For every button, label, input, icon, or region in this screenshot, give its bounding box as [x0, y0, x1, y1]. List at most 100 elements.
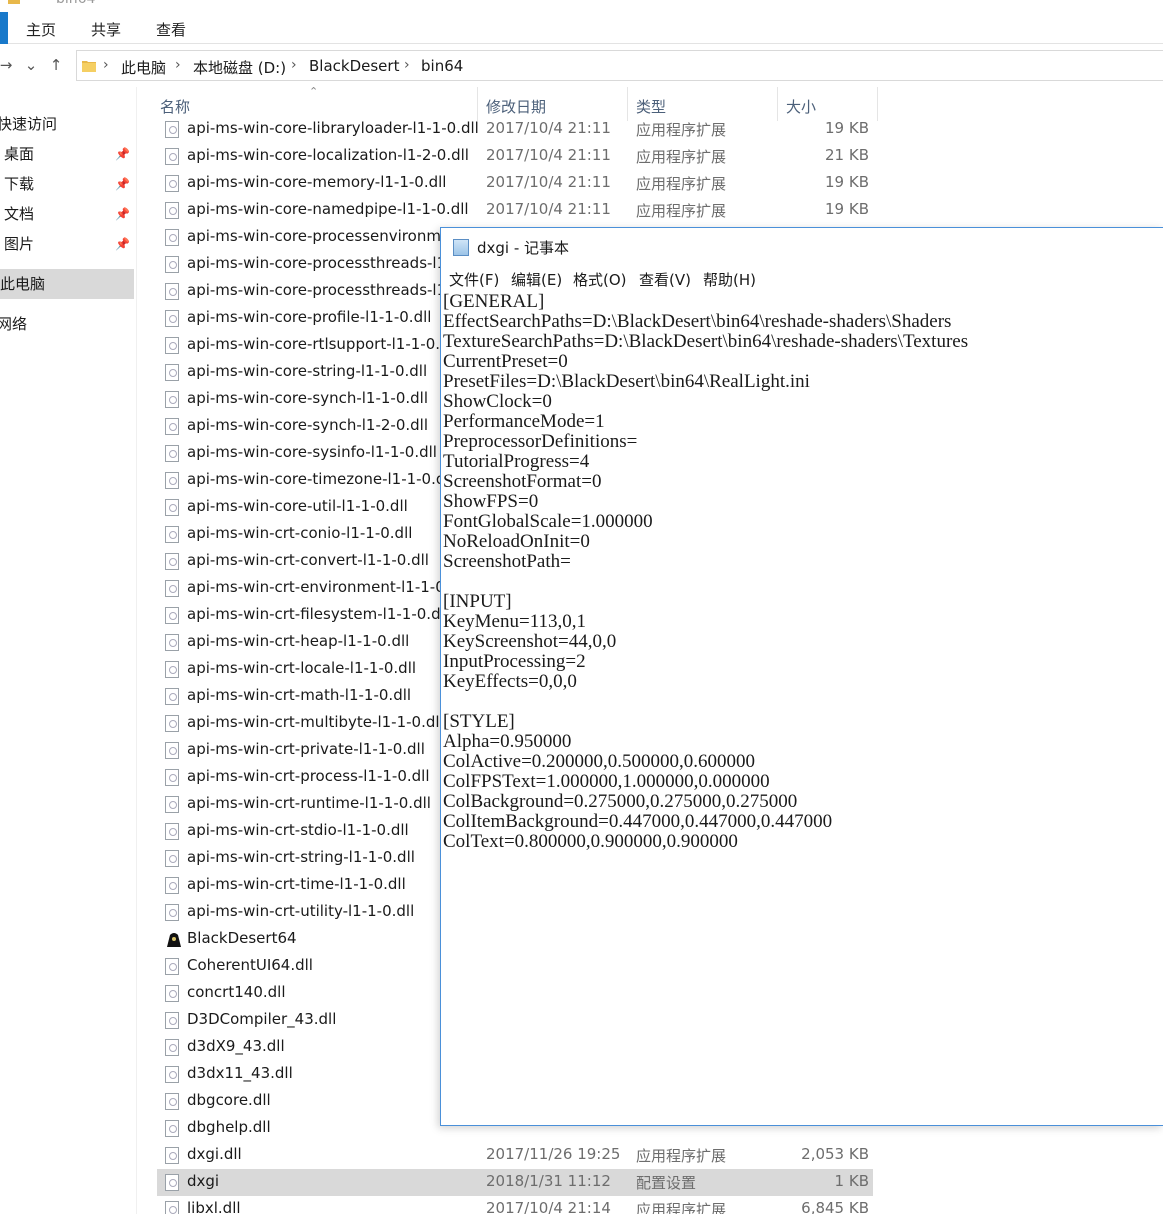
nav-desktop[interactable]: 桌面 📌 — [4, 139, 134, 169]
text-line: ShowFPS=0 — [443, 491, 539, 512]
dll-file-icon — [165, 202, 179, 219]
file-type: 应用程序扩展 — [636, 175, 727, 193]
menu-format[interactable]: 格式(O) — [573, 269, 627, 290]
dll-file-icon — [165, 337, 179, 354]
text-line: TextureSearchPaths=D:\BlackDesert\bin64\… — [443, 331, 969, 352]
dll-file-icon — [165, 958, 179, 975]
text-line: ColActive=0.200000,0.500000,0.600000 — [443, 751, 756, 772]
nav-this-pc[interactable]: 此电脑 — [0, 269, 134, 299]
file-row[interactable]: api-ms-win-core-localization-l1-2-0.dll 2… — [157, 143, 873, 170]
nav-label: 文档 — [4, 205, 35, 223]
forward-arrow-icon[interactable]: → — [0, 55, 16, 75]
pin-icon: 📌 — [115, 177, 130, 191]
file-name: api-ms-win-core-rtlsupport-l1-1-0. — [187, 335, 441, 353]
dll-file-icon — [165, 256, 179, 273]
recent-locations-chevron-icon[interactable]: ⌄ — [21, 55, 41, 75]
file-name: libxl.dll — [187, 1199, 241, 1214]
file-row[interactable]: api-ms-win-core-namedpipe-l1-1-0.dll 2017… — [157, 197, 873, 224]
file-name: dxgi.dll — [187, 1145, 242, 1163]
breadcrumb-bin64[interactable]: bin64 — [421, 57, 463, 75]
text-line: ColItemBackground=0.447000,0.447000,0.44… — [443, 811, 833, 832]
file-row[interactable]: dxgi.dll 2017/11/26 19:25 应用程序扩展 2,053 KB — [157, 1142, 873, 1169]
dll-file-icon — [165, 472, 179, 489]
dll-file-icon — [165, 526, 179, 543]
dll-file-icon — [165, 1147, 179, 1164]
file-name: CoherentUI64.dll — [187, 956, 313, 974]
text-line: KeyEffects=0,0,0 — [443, 671, 577, 692]
address-bar[interactable]: › 此电脑 › 本地磁盘 (D:) › BlackDesert › bin64 — [76, 50, 1163, 81]
dll-file-icon — [165, 121, 179, 138]
menu-file[interactable]: 文件(F) — [449, 269, 499, 290]
file-type: 应用程序扩展 — [636, 202, 727, 220]
up-arrow-icon[interactable]: ↑ — [46, 55, 66, 75]
file-size: 19 KB — [825, 173, 869, 191]
notepad-text-area[interactable]: [GENERAL] EffectSearchPaths=D:\BlackDeser… — [443, 292, 1161, 1124]
text-line: PreprocessorDefinitions= — [443, 431, 638, 452]
game-app-icon — [165, 931, 181, 948]
file-date: 2017/10/4 21:11 — [486, 173, 611, 191]
nav-pictures[interactable]: 图片 📌 — [4, 229, 134, 259]
file-size: 19 KB — [825, 200, 869, 218]
file-date: 2017/11/26 19:25 — [486, 1145, 621, 1163]
notepad-titlebar[interactable]: dxgi - 记事本 — [441, 228, 1163, 266]
dll-file-icon — [165, 1066, 179, 1083]
file-name: api-ms-win-crt-runtime-l1-1-0.dll — [187, 794, 431, 812]
menu-help[interactable]: 帮助(H) — [703, 269, 756, 290]
column-date[interactable]: 修改日期 — [486, 96, 546, 117]
file-date: 2017/10/4 21:14 — [486, 1199, 611, 1214]
menu-edit[interactable]: 编辑(E) — [511, 269, 562, 290]
text-line: ShowClock=0 — [443, 391, 552, 412]
dll-file-icon — [165, 499, 179, 516]
file-row[interactable]: api-ms-win-core-memory-l1-1-0.dll 2017/10… — [157, 170, 873, 197]
file-type: 应用程序扩展 — [636, 1147, 727, 1165]
column-name[interactable]: 名称 — [160, 96, 190, 117]
file-type: 配置设置 — [636, 1174, 697, 1192]
file-type: 应用程序扩展 — [636, 148, 727, 166]
dll-file-icon — [165, 742, 179, 759]
dll-file-icon — [165, 1039, 179, 1056]
file-name: api-ms-win-crt-multibyte-l1-1-0.dll — [187, 713, 444, 731]
tab-home[interactable]: 主页 — [26, 19, 56, 40]
file-name: concrt140.dll — [187, 983, 286, 1001]
dll-file-icon — [165, 796, 179, 813]
nav-quick-access[interactable]: 快速访问 — [0, 109, 131, 139]
file-name: dbgcore.dll — [187, 1091, 271, 1109]
file-tab[interactable] — [0, 12, 8, 44]
breadcrumb-separator-icon[interactable]: › — [291, 57, 297, 73]
column-size[interactable]: 大小 — [786, 96, 816, 117]
nav-network[interactable]: 网络 — [0, 309, 131, 339]
column-divider[interactable] — [877, 87, 878, 121]
nav-label: 下载 — [4, 175, 35, 193]
file-name: api-ms-win-core-synch-l1-1-0.dll — [187, 389, 429, 407]
nav-label: 快速访问 — [0, 115, 58, 133]
file-name: api-ms-win-crt-math-l1-1-0.dll — [187, 686, 412, 704]
pin-icon: 📌 — [115, 207, 130, 221]
file-row[interactable]: libxl.dll 2017/10/4 21:14 应用程序扩展 6,845 KB — [157, 1196, 873, 1214]
breadcrumb-separator-icon[interactable]: › — [103, 57, 109, 73]
tab-view[interactable]: 查看 — [156, 19, 186, 40]
column-type[interactable]: 类型 — [636, 96, 666, 117]
breadcrumb-separator-icon[interactable]: › — [404, 57, 410, 73]
tab-share[interactable]: 共享 — [91, 19, 121, 40]
nav-documents[interactable]: 文档 📌 — [4, 199, 134, 229]
folder-icon — [8, 0, 20, 4]
notepad-window[interactable]: dxgi - 记事本 文件(F) 编辑(E) 格式(O) 查看(V) 帮助(H)… — [440, 227, 1163, 1126]
file-name: api-ms-win-core-profile-l1-1-0.dll — [187, 308, 432, 326]
breadcrumb-this-pc[interactable]: 此电脑 — [121, 57, 166, 78]
text-line: ScreenshotFormat=0 — [443, 471, 602, 492]
dll-file-icon — [165, 1093, 179, 1110]
breadcrumb-blackdesert[interactable]: BlackDesert — [309, 57, 399, 75]
file-name: api-ms-win-core-util-l1-1-0.dll — [187, 497, 408, 515]
breadcrumb-separator-icon[interactable]: › — [175, 57, 181, 73]
menu-view[interactable]: 查看(V) — [639, 269, 691, 290]
text-line: FontGlobalScale=1.000000 — [443, 511, 653, 532]
breadcrumb-drive-d[interactable]: 本地磁盘 (D:) — [193, 57, 286, 78]
file-name: api-ms-win-crt-time-l1-1-0.dll — [187, 875, 406, 893]
text-line: KeyScreenshot=44,0,0 — [443, 631, 617, 652]
nav-label: 网络 — [0, 315, 28, 333]
file-name: api-ms-win-core-processthreads-l1 — [187, 281, 447, 299]
file-row[interactable]: dxgi 2018/1/31 11:12 配置设置 1 KB — [157, 1169, 873, 1196]
file-row[interactable]: api-ms-win-core-libraryloader-l1-1-0.dll… — [157, 116, 873, 143]
text-line: PerformanceMode=1 — [443, 411, 605, 432]
nav-downloads[interactable]: 下载 📌 — [4, 169, 134, 199]
